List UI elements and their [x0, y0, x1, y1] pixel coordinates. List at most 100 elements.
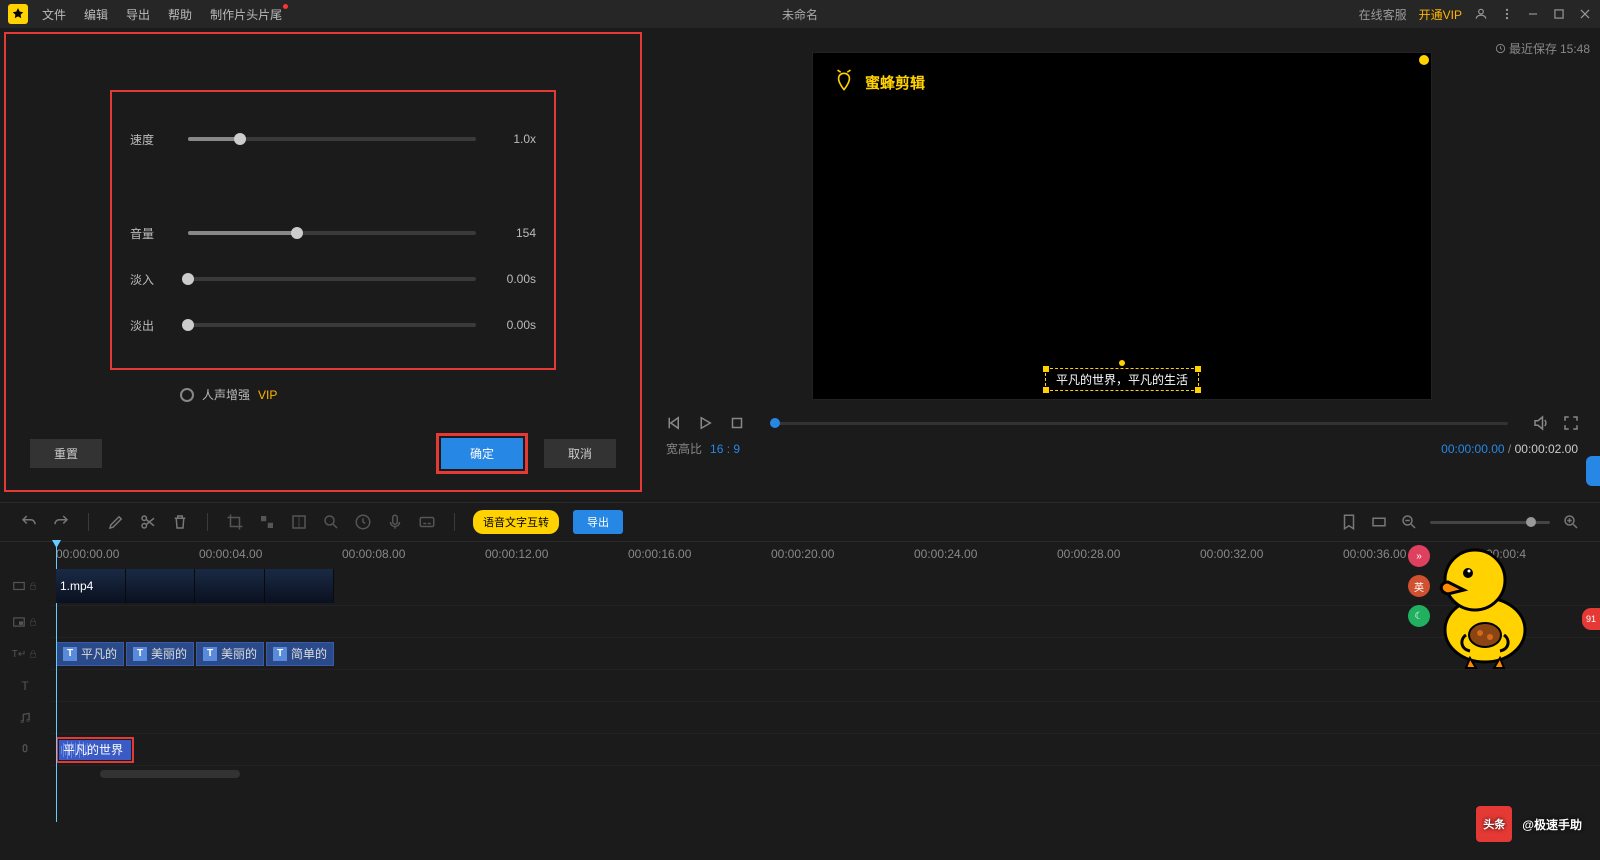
zoom-in-icon[interactable] — [1562, 513, 1580, 531]
text-clip[interactable]: T平凡的 — [56, 642, 124, 666]
ruler-tick: 00:00:12.00 — [485, 547, 628, 561]
bee-logo-icon — [831, 69, 857, 95]
audio-clip[interactable]: 平凡的世界 — [59, 740, 131, 760]
video-icon — [12, 579, 26, 593]
play-icon[interactable] — [696, 414, 714, 432]
preview-panel: 蜜蜂剪辑 平凡的世界，平凡的生活 宽高比 16 : 9 00:00:00.00 … — [654, 32, 1590, 492]
undo-icon[interactable] — [20, 513, 38, 531]
preview-video[interactable]: 蜜蜂剪辑 平凡的世界，平凡的生活 — [812, 52, 1432, 400]
text2-track[interactable] — [50, 670, 1600, 702]
fullscreen-icon[interactable] — [1562, 414, 1580, 432]
video-track[interactable]: 1.mp4 — [50, 566, 1600, 606]
track-heads: T↵ T — [0, 566, 50, 766]
voice-text-button[interactable]: 语音文字互转 — [473, 510, 559, 534]
online-support-link[interactable]: 在线客服 — [1359, 6, 1407, 23]
menu-export[interactable]: 导出 — [126, 6, 150, 23]
text-clip-label: 美丽的 — [151, 645, 187, 662]
video-track-head[interactable] — [0, 566, 50, 606]
delete-icon[interactable] — [171, 513, 189, 531]
crop-icon[interactable] — [226, 513, 244, 531]
fadeout-slider[interactable] — [188, 323, 476, 327]
ruler-tick: 00:00:08.00 — [342, 547, 485, 561]
zoom-out-icon[interactable] — [1400, 513, 1418, 531]
text-clip[interactable]: T美丽的 — [126, 642, 194, 666]
mosaic-icon[interactable] — [258, 513, 276, 531]
voice-enhance-radio[interactable] — [180, 388, 194, 402]
text2-track-head[interactable]: T — [0, 670, 50, 702]
video-clip-label: 1.mp4 — [60, 579, 93, 593]
text-track-head[interactable]: T↵ — [0, 638, 50, 670]
side-blue-tab[interactable] — [1586, 456, 1600, 486]
watermark-logo-icon: 头条 — [1476, 806, 1512, 842]
playback-controls — [654, 414, 1590, 432]
mic-icon[interactable] — [386, 513, 404, 531]
voice-track[interactable]: 平凡的世界 — [50, 734, 1600, 766]
video-clip[interactable]: 1.mp4 — [56, 569, 334, 603]
zoom-slider[interactable] — [1430, 521, 1550, 524]
cut-icon[interactable] — [139, 513, 157, 531]
fadein-slider[interactable] — [188, 277, 476, 281]
playback-slider[interactable] — [770, 422, 1508, 425]
side-badge-91[interactable]: 91 — [1582, 608, 1600, 630]
freeze-icon[interactable] — [290, 513, 308, 531]
volume-icon[interactable] — [1532, 414, 1550, 432]
speed-slider[interactable] — [188, 137, 476, 141]
duration-icon[interactable] — [354, 513, 372, 531]
volume-slider[interactable] — [188, 231, 476, 235]
document-title: 未命名 — [782, 6, 818, 23]
pip-track[interactable] — [50, 606, 1600, 638]
audio-clip-label: 平凡的世界 — [63, 741, 123, 758]
fit-icon[interactable] — [1370, 513, 1388, 531]
redo-icon[interactable] — [52, 513, 70, 531]
cancel-button[interactable]: 取消 — [544, 439, 616, 468]
export-button[interactable]: 导出 — [573, 510, 623, 534]
app-logo-icon — [8, 4, 28, 24]
lock-icon[interactable] — [28, 617, 38, 627]
text-clip-label: 平凡的 — [81, 645, 117, 662]
main-row: 速度 1.0x 音量 154 淡入 0.00s — [0, 32, 1600, 492]
text-clip[interactable]: T简单的 — [266, 642, 334, 666]
lock-icon[interactable] — [28, 581, 38, 591]
fadein-label: 淡入 — [130, 271, 174, 288]
timeline-h-scrollbar[interactable] — [100, 770, 240, 778]
voice-track-head[interactable] — [0, 734, 50, 766]
time-sep: / — [1508, 442, 1511, 456]
time-ruler[interactable]: 00:00:00.00 00:00:04.00 00:00:08.00 00:0… — [50, 542, 1600, 566]
menu-edit[interactable]: 编辑 — [84, 6, 108, 23]
aspect-value[interactable]: 16 : 9 — [710, 442, 740, 456]
user-icon[interactable] — [1474, 7, 1488, 21]
speed-label: 速度 — [130, 131, 174, 148]
time-display: 00:00:00.00 / 00:00:02.00 — [1441, 442, 1578, 456]
subtitle-box[interactable]: 平凡的世界，平凡的生活 — [1045, 368, 1199, 391]
pencil-icon[interactable] — [107, 513, 125, 531]
subtitle-icon[interactable] — [418, 513, 436, 531]
prev-frame-icon[interactable] — [664, 414, 682, 432]
lock-icon[interactable] — [28, 649, 38, 659]
menu-help[interactable]: 帮助 — [168, 6, 192, 23]
stop-icon[interactable] — [728, 414, 746, 432]
voice-enhance-row: 人声增强 VIP — [180, 386, 616, 403]
music-track[interactable] — [50, 702, 1600, 734]
text-clip[interactable]: T美丽的 — [196, 642, 264, 666]
menu-intro-outro[interactable]: 制作片头片尾 — [210, 6, 282, 23]
vip-tag: VIP — [258, 388, 277, 402]
duck-mascot-icon[interactable] — [1420, 540, 1540, 670]
music-track-head[interactable] — [0, 702, 50, 734]
minimize-icon[interactable] — [1526, 7, 1540, 21]
zoom-tool-icon[interactable] — [322, 513, 340, 531]
mic-track-icon — [18, 743, 32, 757]
text-track[interactable]: T平凡的 T美丽的 T美丽的 T简单的 — [50, 638, 1600, 670]
marker-icon[interactable] — [1340, 513, 1358, 531]
menu-file[interactable]: 文件 — [42, 6, 66, 23]
ruler-tick: 00:00:20.00 — [771, 547, 914, 561]
close-icon[interactable] — [1578, 7, 1592, 21]
pip-track-head[interactable] — [0, 606, 50, 638]
ok-button[interactable]: 确定 — [441, 438, 523, 469]
reset-button[interactable]: 重置 — [30, 439, 102, 468]
open-vip-link[interactable]: 开通VIP — [1419, 6, 1462, 23]
settings-button-row: 重置 确定 取消 — [30, 433, 616, 474]
text-clip-label: 美丽的 — [221, 645, 257, 662]
maximize-icon[interactable] — [1552, 7, 1566, 21]
ruler-tick: 00:00:24.00 — [914, 547, 1057, 561]
more-icon[interactable] — [1500, 7, 1514, 21]
